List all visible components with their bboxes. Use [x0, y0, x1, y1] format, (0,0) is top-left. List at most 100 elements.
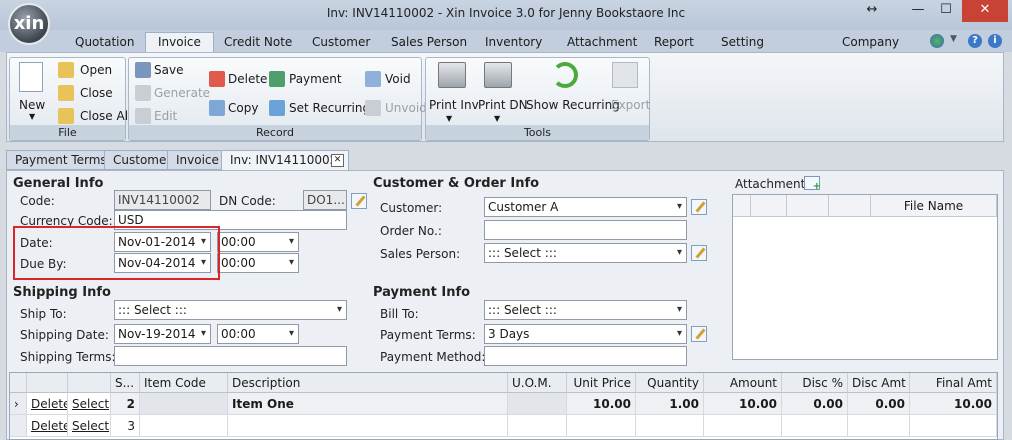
select-item-link[interactable]: Select — [68, 393, 111, 415]
row-unit-price[interactable]: 10.00 — [567, 393, 636, 415]
payment-terms-edit-icon[interactable] — [691, 326, 707, 342]
grid-header-disc-amt[interactable]: Disc Amt — [848, 373, 910, 393]
row-disc-amt[interactable]: 0.00 — [848, 393, 910, 415]
close-button[interactable]: Close — [80, 86, 113, 100]
payment-button[interactable]: Payment — [289, 72, 342, 86]
close-window-button[interactable]: ✕ — [962, 0, 1008, 22]
grid-header-quantity[interactable]: Quantity — [636, 373, 704, 393]
chevron-down-icon[interactable]: ▼ — [950, 34, 957, 44]
payment-method-field[interactable] — [484, 346, 687, 366]
row-uom[interactable] — [508, 393, 567, 415]
refresh-icon[interactable] — [552, 62, 578, 88]
set-recurring-icon[interactable] — [269, 100, 285, 116]
dn-code-field[interactable]: DO1... — [303, 190, 347, 210]
close-all-icon[interactable] — [58, 108, 74, 124]
add-attachment-icon[interactable]: + — [804, 176, 821, 192]
shipping-date-picker[interactable]: Nov-19-2014 — [114, 324, 211, 344]
bill-to-select[interactable]: ::: Select ::: — [484, 300, 687, 320]
resize-icon[interactable]: ↔ — [860, 0, 884, 22]
print-inv-button[interactable]: Print Inv — [429, 98, 479, 112]
payment-icon[interactable] — [269, 71, 285, 87]
row-item-code[interactable] — [140, 393, 228, 415]
new-button[interactable]: New — [19, 98, 45, 112]
delete-row-link[interactable]: Delete — [27, 415, 68, 437]
grid-header-description[interactable]: Description — [228, 373, 508, 393]
tab-quotation[interactable]: Quotation — [75, 33, 134, 52]
payment-terms-select[interactable]: 3 Days — [484, 324, 687, 344]
sales-person-select[interactable]: ::: Select ::: — [484, 243, 687, 263]
customer-edit-icon[interactable] — [691, 199, 707, 215]
delete-row-link[interactable]: Delete — [27, 393, 68, 415]
printer-icon[interactable] — [438, 62, 466, 88]
row-quantity[interactable]: 1.00 — [636, 393, 704, 415]
select-item-link[interactable]: Select — [68, 415, 111, 437]
globe-icon[interactable] — [930, 34, 944, 48]
grid-header-seq[interactable]: S... — [111, 373, 140, 393]
close-all-button[interactable]: Close All — [80, 109, 131, 123]
tab-customer[interactable]: Customer — [312, 33, 370, 52]
row-quantity[interactable] — [636, 415, 704, 437]
doc-tab-payment-terms[interactable]: Payment Terms — [6, 150, 116, 170]
grid-header-final-amt[interactable]: Final Amt — [910, 373, 997, 393]
row-item-code[interactable] — [140, 415, 228, 437]
close-icon[interactable]: ✕ — [331, 154, 344, 167]
doc-tab-inv-active[interactable]: Inv: INV14110002 ✕ — [221, 150, 349, 170]
open-button[interactable]: Open — [80, 63, 112, 77]
tab-credit-note[interactable]: Credit Note — [224, 33, 292, 52]
tab-sales-person[interactable]: Sales Person — [391, 33, 467, 52]
show-recurring-button[interactable]: Show Recurring — [526, 98, 620, 112]
print-inv-dropdown-icon[interactable]: ▼ — [446, 114, 452, 123]
maximize-button[interactable]: ☐ — [933, 0, 959, 22]
customer-select[interactable]: Customer A — [484, 197, 687, 217]
row-unit-price[interactable] — [567, 415, 636, 437]
print-dn-dropdown-icon[interactable]: ▼ — [494, 114, 500, 123]
order-no-field[interactable] — [484, 220, 687, 240]
grid-header-uom[interactable]: U.O.M. — [508, 373, 567, 393]
shipping-terms-field[interactable] — [114, 346, 347, 366]
info-icon[interactable]: i — [988, 34, 1002, 48]
tab-inventory[interactable]: Inventory — [485, 33, 542, 52]
grid-header-unit-price[interactable]: Unit Price — [567, 373, 636, 393]
new-document-icon[interactable] — [19, 62, 43, 92]
printer-icon[interactable] — [484, 62, 512, 88]
delete-button[interactable]: Delete — [228, 72, 267, 86]
row-disc-pct[interactable]: 0.00 — [782, 393, 848, 415]
row-description[interactable] — [228, 415, 508, 437]
row-description[interactable]: Item One — [228, 393, 508, 415]
save-icon[interactable] — [135, 62, 151, 78]
close-folder-icon[interactable] — [58, 85, 74, 101]
tab-attachment[interactable]: Attachment — [567, 33, 637, 52]
attachment-col-file-name[interactable]: File Name — [871, 195, 997, 217]
tab-report[interactable]: Report — [654, 33, 694, 52]
new-dropdown-icon[interactable]: ▼ — [29, 112, 35, 121]
copy-button[interactable]: Copy — [228, 101, 258, 115]
shipping-time-picker[interactable]: 00:00 — [217, 324, 299, 344]
doc-tab-invoice[interactable]: Invoice — [167, 150, 228, 170]
set-recurring-button[interactable]: Set Recurring — [289, 101, 370, 115]
grid-header-amount[interactable]: Amount — [704, 373, 782, 393]
date-time-picker[interactable]: 00:00 — [217, 232, 299, 252]
open-folder-icon[interactable] — [58, 62, 74, 78]
dn-edit-icon[interactable] — [351, 193, 367, 209]
code-field[interactable]: INV14110002 — [114, 190, 211, 210]
void-icon[interactable] — [365, 71, 381, 87]
app-logo[interactable]: xin — [8, 3, 50, 45]
due-by-time-picker[interactable]: 00:00 — [217, 253, 299, 273]
minimize-button[interactable]: — — [905, 0, 931, 22]
tab-invoice[interactable]: Invoice — [145, 32, 214, 53]
copy-icon[interactable] — [209, 100, 225, 116]
row-uom[interactable] — [508, 415, 567, 437]
void-button[interactable]: Void — [385, 72, 411, 86]
help-icon[interactable]: ? — [968, 34, 982, 48]
row-disc-pct[interactable] — [782, 415, 848, 437]
company-menu[interactable]: Company — [842, 33, 899, 52]
row-disc-amt[interactable] — [848, 415, 910, 437]
grid-header-disc-pct[interactable]: Disc % — [782, 373, 848, 393]
print-dn-button[interactable]: Print DN — [478, 98, 528, 112]
tab-setting[interactable]: Setting — [721, 33, 764, 52]
grid-header-item-code[interactable]: Item Code — [140, 373, 228, 393]
ship-to-select[interactable]: ::: Select ::: — [114, 300, 347, 320]
sales-person-edit-icon[interactable] — [691, 245, 707, 261]
delete-icon[interactable] — [209, 71, 225, 87]
save-button[interactable]: Save — [154, 63, 183, 77]
